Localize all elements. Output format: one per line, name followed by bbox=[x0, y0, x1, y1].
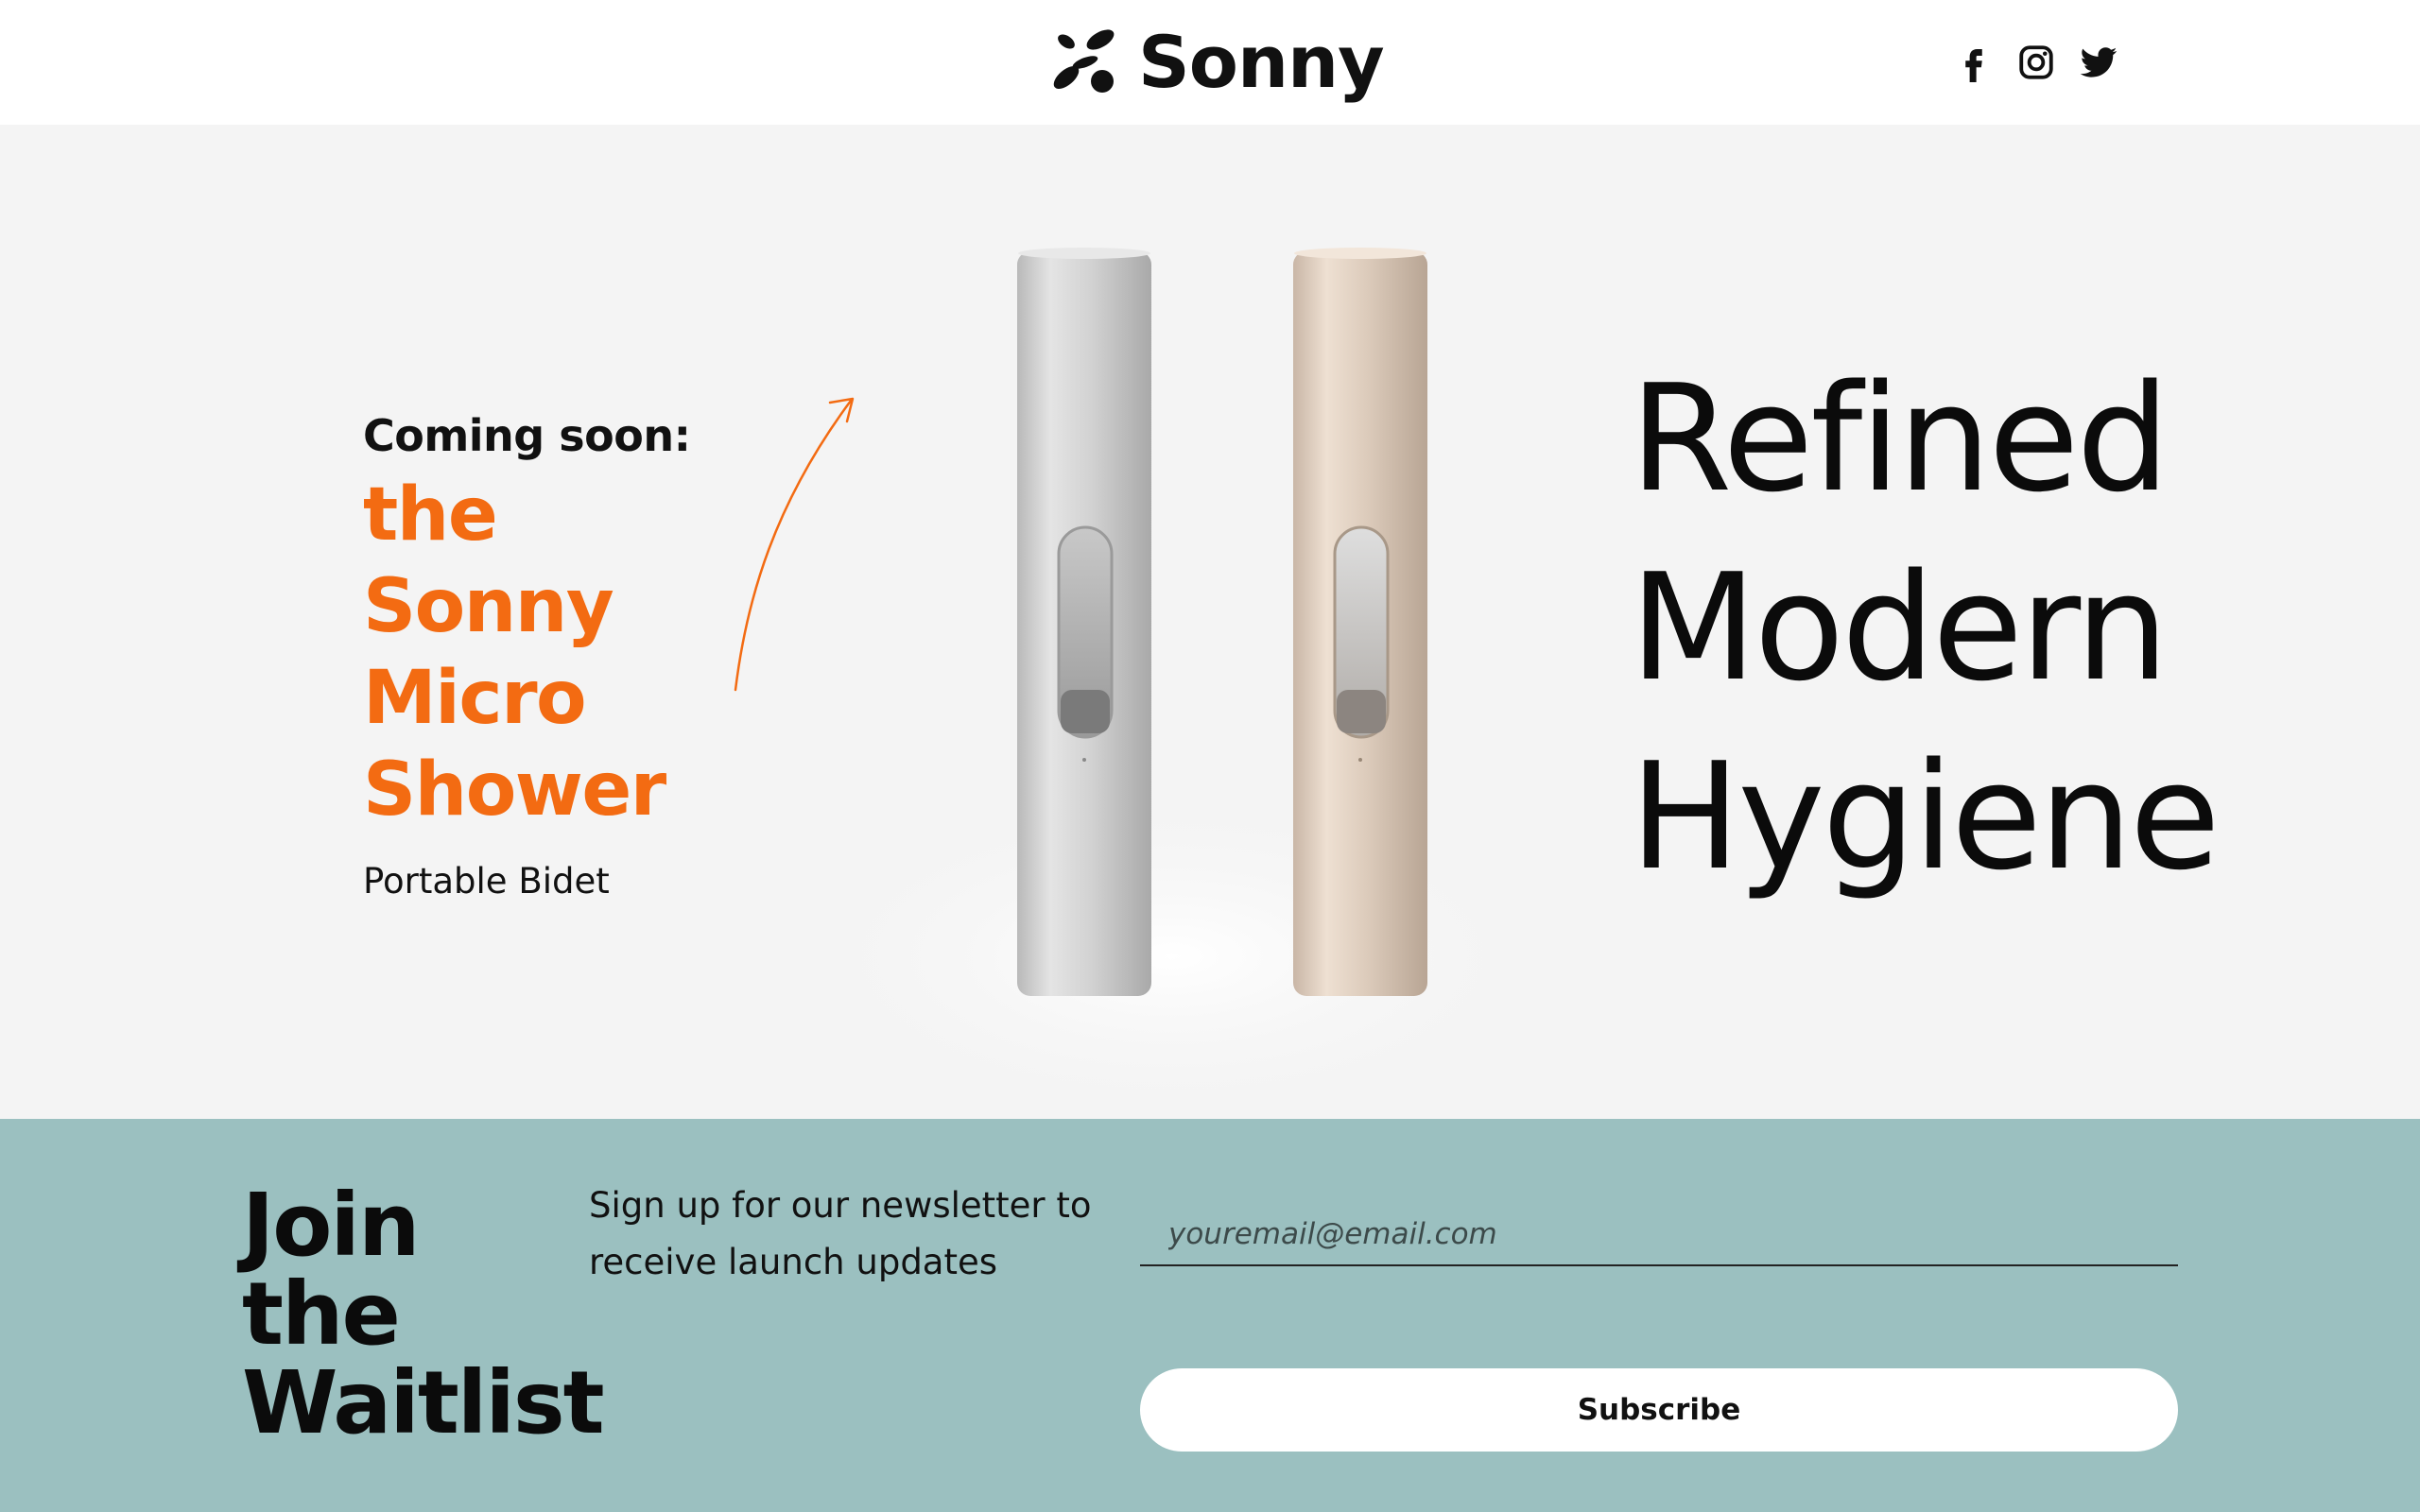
facebook-icon bbox=[1965, 49, 1982, 82]
instagram-icon bbox=[2019, 45, 2053, 79]
email-field[interactable] bbox=[1140, 1204, 2178, 1266]
brand-name: Sonny bbox=[1138, 20, 1385, 104]
instagram-link[interactable] bbox=[2015, 34, 2057, 91]
rose-gold-device bbox=[1293, 248, 1427, 996]
sonny-flower-logo-icon bbox=[1053, 29, 1115, 93]
product-title: the Sonny Micro Shower bbox=[363, 472, 666, 833]
twitter-icon bbox=[2080, 47, 2118, 77]
brand-home-link[interactable]: Sonny bbox=[1047, 17, 1385, 108]
social-links bbox=[1953, 34, 2119, 91]
silver-device bbox=[1017, 248, 1151, 996]
subscribe-button[interactable]: Subscribe bbox=[1140, 1368, 2178, 1452]
tagline-line-2: Modern bbox=[1630, 541, 2169, 713]
hero-section: Coming soon: the Sonny Micro Shower Port… bbox=[0, 125, 2420, 1119]
facebook-link[interactable] bbox=[1953, 34, 1995, 91]
tagline-line-3: Hygiene bbox=[1630, 730, 2221, 902]
waitlist-section: Join the Waitlist Sign up for our newsle… bbox=[0, 1119, 2420, 1512]
twitter-link[interactable] bbox=[2078, 34, 2119, 91]
product-image bbox=[775, 248, 1569, 1119]
waitlist-title: Join the Waitlist bbox=[242, 1175, 605, 1453]
site-header: Sonny bbox=[0, 0, 2420, 125]
waitlist-description: Sign up for our newsletter to receive la… bbox=[589, 1185, 1092, 1282]
tagline-line-1: Refined bbox=[1630, 352, 2170, 524]
hero-tagline: Refined Modern Hygiene bbox=[1630, 344, 2291, 911]
